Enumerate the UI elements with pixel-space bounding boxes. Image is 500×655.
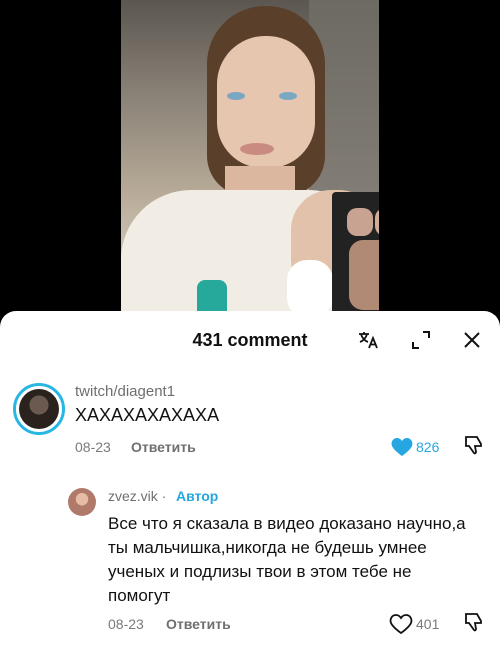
- close-icon[interactable]: [459, 327, 485, 353]
- phone-screen: [332, 192, 379, 318]
- author-badge: Автор: [176, 488, 219, 504]
- video-player[interactable]: [0, 0, 500, 325]
- dislike-icon[interactable]: [462, 433, 486, 457]
- dislike-icon[interactable]: [462, 610, 486, 634]
- reply-button[interactable]: Ответить: [166, 616, 231, 632]
- expand-icon[interactable]: [408, 327, 434, 353]
- video-frame: [121, 0, 379, 325]
- avatar[interactable]: [68, 488, 96, 516]
- avatar[interactable]: [13, 383, 65, 435]
- reply-button[interactable]: Ответить: [131, 439, 196, 455]
- translate-icon[interactable]: [355, 327, 381, 353]
- ball-shape: [287, 260, 333, 318]
- left-eye: [227, 92, 245, 100]
- comment-date: 08-23: [75, 439, 111, 455]
- like-count: 401: [416, 616, 440, 632]
- comments-sheet: 431 comment twitch/diagent1 ХАХАХАХАХАХА…: [0, 311, 500, 655]
- lips: [240, 143, 274, 155]
- reply-text: Все что я сказала в видео доказано научн…: [108, 514, 466, 605]
- reply-username[interactable]: zvez.vik ·: [108, 488, 166, 504]
- comment-text: ХАХАХАХАХАХА: [75, 405, 220, 425]
- right-eye: [279, 92, 297, 100]
- heart-icon[interactable]: [390, 435, 414, 457]
- phone-person-3: [349, 240, 379, 310]
- like-count: 826: [416, 439, 440, 455]
- heart-icon[interactable]: [389, 612, 413, 635]
- phone-person-1: [347, 208, 373, 236]
- comment-username[interactable]: twitch/diagent1: [75, 383, 175, 400]
- phone-person-2: [375, 208, 379, 236]
- reply-date: 08-23: [108, 616, 144, 632]
